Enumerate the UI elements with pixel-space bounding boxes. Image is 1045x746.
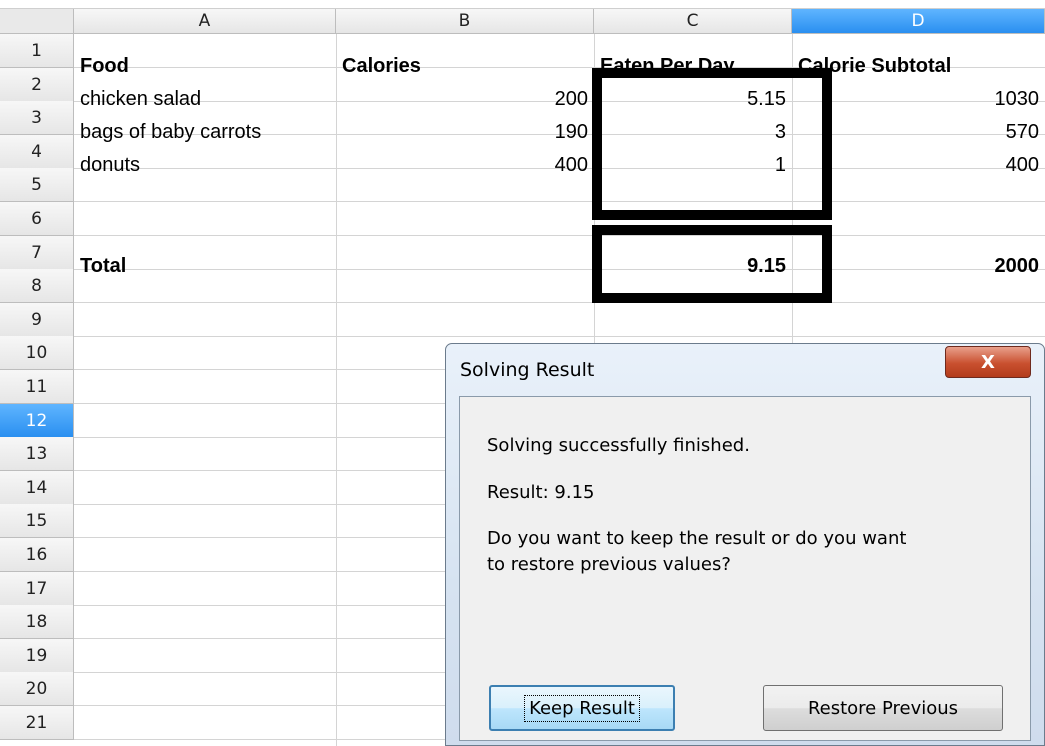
row-header-6[interactable]: 6 (0, 202, 74, 236)
column-header-c[interactable]: C (594, 9, 792, 34)
row-header-9[interactable]: 9 (0, 303, 74, 337)
grid-line (74, 336, 1045, 337)
cell-a4[interactable]: donuts (74, 149, 336, 182)
column-header-a[interactable]: A (74, 9, 336, 34)
column-header-d[interactable]: D (792, 9, 1045, 34)
cell-a7[interactable]: Total (74, 250, 336, 283)
result-text: Result: 9.15 (487, 482, 595, 503)
row-header-16[interactable]: 16 (0, 538, 74, 572)
row-header-21[interactable]: 21 (0, 706, 74, 740)
row-header-20[interactable]: 20 (0, 672, 74, 706)
cell-b2[interactable]: 200 (336, 83, 594, 116)
row-header-19[interactable]: 19 (0, 639, 74, 673)
keep-result-button[interactable]: Keep Result (489, 685, 675, 731)
row-header-2[interactable]: 2 (0, 68, 74, 102)
toolbar-edge (0, 0, 1045, 9)
cell-b1[interactable]: Calories (336, 50, 594, 83)
row-header-3[interactable]: 3 (0, 101, 74, 135)
row-header-18[interactable]: 18 (0, 605, 74, 639)
highlight-box-total (592, 225, 832, 303)
solving-result-dialog: Solving Result X Solving successfully fi… (445, 343, 1045, 746)
grid-line (74, 235, 1045, 236)
grid-line (74, 201, 1045, 202)
row-header-1[interactable]: 1 (0, 34, 74, 68)
cell-b3[interactable]: 190 (336, 116, 594, 149)
keep-result-label: Keep Result (524, 694, 640, 722)
row-header-8[interactable]: 8 (0, 269, 74, 303)
row-header-12[interactable]: 12 (0, 404, 74, 438)
row-header-4[interactable]: 4 (0, 135, 74, 169)
row-header-17[interactable]: 17 (0, 572, 74, 606)
row-header-14[interactable]: 14 (0, 471, 74, 505)
dialog-body: Solving successfully finished. Result: 9… (459, 396, 1031, 741)
cell-a1[interactable]: Food (74, 50, 336, 83)
row-header-10[interactable]: 10 (0, 336, 74, 370)
question-line-1: Do you want to keep the result or do you… (487, 528, 907, 549)
grid-line (74, 302, 1045, 303)
column-header-b[interactable]: B (336, 9, 594, 34)
cell-a2[interactable]: chicken salad (74, 83, 336, 116)
row-header-13[interactable]: 13 (0, 437, 74, 471)
row-header-5[interactable]: 5 (0, 168, 74, 202)
highlight-box-variables (592, 68, 832, 220)
status-message: Solving successfully finished. (487, 435, 750, 456)
close-icon[interactable]: X (945, 346, 1031, 378)
cell-a3[interactable]: bags of baby carrots (74, 116, 336, 149)
row-header-7[interactable]: 7 (0, 236, 74, 270)
restore-previous-button[interactable]: Restore Previous (763, 685, 1003, 731)
dialog-title: Solving Result (460, 359, 595, 381)
question-line-2: to restore previous values? (487, 554, 731, 575)
select-all-corner[interactable] (0, 9, 74, 34)
row-header-11[interactable]: 11 (0, 370, 74, 404)
cell-b4[interactable]: 400 (336, 149, 594, 182)
row-header-15[interactable]: 15 (0, 504, 74, 538)
